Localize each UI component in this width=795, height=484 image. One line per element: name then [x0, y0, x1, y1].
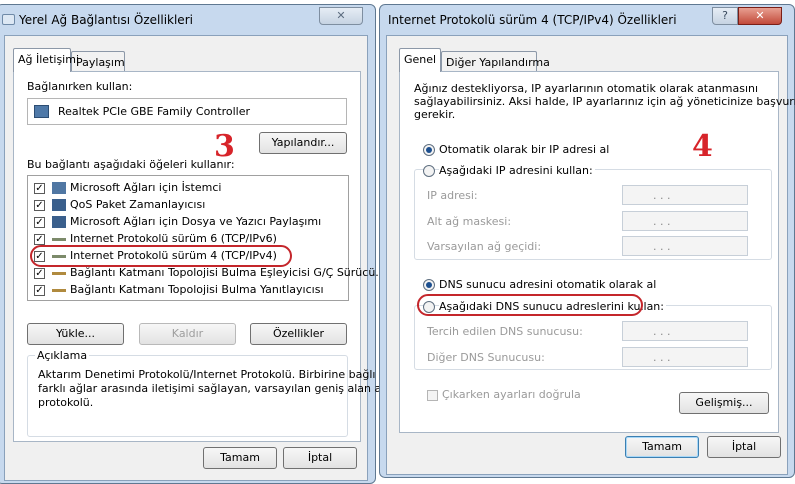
list-item[interactable]: ✓ QoS Paket Zamanlayıcısı [34, 197, 344, 213]
close-button[interactable]: ✕ [319, 7, 363, 25]
ok-button[interactable]: Tamam [203, 447, 277, 469]
list-item[interactable]: ✓ Microsoft Ağları için Dosya ve Yazıcı … [34, 214, 344, 230]
properties-button[interactable]: Özellikler [250, 323, 347, 345]
local-connection-properties-window: Yerel Ağ Bağlantısı Özellikleri ✕ Ağ İle… [0, 4, 391, 484]
client-icon [52, 182, 66, 194]
help-icon: ? [722, 9, 728, 22]
items-label: Bu bağlantı aşağıdaki öğeleri kullanır: [27, 158, 235, 171]
tab-panel: Ağınız destekliyorsa, IP ayarlarının oto… [399, 71, 795, 433]
ipv4-properties-window: Internet Protokolü sürüm 4 (TCP/IPv4) Öz… [379, 4, 795, 478]
ip-dots: . . . [653, 325, 671, 338]
checkbox[interactable]: ✓ [34, 234, 45, 245]
list-item-label: Microsoft Ağları için İstemci [70, 181, 222, 194]
window-title: Internet Protokolü sürüm 4 (TCP/IPv4) Öz… [388, 13, 677, 27]
list-item[interactable]: ✓ Bağlantı Katmanı Topolojisi Bulma Eşle… [34, 265, 386, 281]
dialog-client: Genel Diğer Yapılandırma Ağınız destekli… [386, 35, 795, 475]
ip-dots: . . . [653, 189, 671, 202]
checkbox[interactable]: ✓ [34, 200, 45, 211]
description-line: protokolü. [38, 396, 94, 409]
checkbox[interactable]: ✓ [34, 183, 45, 194]
tab-general[interactable]: Genel [399, 48, 441, 72]
preferred-dns-label: Tercih edilen DNS sunucusu: [427, 325, 583, 338]
adapter-name: Realtek PCIe GBE Family Controller [58, 105, 251, 118]
protocol-icon [52, 238, 66, 241]
protocol-icon [52, 272, 66, 275]
auto-ip-label[interactable]: Otomatik olarak bir IP adresi al [439, 143, 609, 156]
subnet-label: Alt ağ maskesi: [427, 215, 512, 228]
step-marker-4: 4 [692, 129, 713, 164]
dialog-client: Ağ İletişimi Paylaşım Bağlanırken kullan… [4, 35, 391, 481]
service-icon [52, 216, 66, 228]
gateway-label: Varsayılan ağ geçidi: [427, 240, 542, 253]
auto-ip-radio[interactable] [423, 144, 435, 156]
cancel-button[interactable]: İptal [283, 447, 357, 469]
advanced-button[interactable]: Gelişmiş... [679, 392, 769, 414]
ipv4-highlight [30, 245, 292, 267]
intro-line: gerekir. [414, 108, 456, 121]
ip-address-field: . . . [622, 185, 748, 205]
cancel-button[interactable]: İptal [707, 436, 781, 458]
window-title: Yerel Ağ Bağlantısı Özellikleri [19, 13, 193, 27]
list-item-label: Bağlantı Katmanı Topolojisi Bulma Yanıtl… [70, 283, 324, 296]
tab-panel: Bağlanırken kullan: Realtek PCIe GBE Fam… [13, 71, 391, 442]
help-button[interactable]: ? [712, 7, 738, 25]
adapter-field: Realtek PCIe GBE Family Controller [27, 98, 347, 125]
configure-button[interactable]: Yapılandır... [259, 132, 347, 154]
checkbox[interactable]: ✓ [34, 268, 45, 279]
subnet-field: . . . [622, 211, 748, 231]
description-line: farklı ağlar arasında iletişimi sağlayan… [38, 382, 392, 395]
preferred-dns-field: . . . [622, 321, 748, 341]
list-item-label: Microsoft Ağları için Dosya ve Yazıcı Pa… [70, 215, 322, 228]
intro-line: sağlayabilirsiniz. Aksi halde, IP ayarla… [414, 95, 795, 108]
ip-dots: . . . [653, 215, 671, 228]
protocol-icon [52, 289, 66, 292]
list-item-label: Bağlantı Katmanı Topolojisi Bulma Eşleyi… [70, 266, 386, 279]
list-item-label: QoS Paket Zamanlayıcısı [70, 198, 206, 211]
auto-dns-radio[interactable] [423, 279, 435, 291]
description-title: Açıklama [35, 349, 90, 362]
service-icon [52, 199, 66, 211]
close-icon: ✕ [755, 9, 765, 22]
install-button[interactable]: Yükle... [27, 323, 124, 345]
list-item[interactable]: ✓ Bağlantı Katmanı Topolojisi Bulma Yanı… [34, 282, 344, 298]
title-bar: Yerel Ağ Bağlantısı Özellikleri ✕ [0, 5, 375, 35]
auto-dns-label[interactable]: DNS sunucu adresini otomatik olarak al [439, 278, 656, 291]
description-group: Açıklama Aktarım Denetimi Protokolü/Inte… [27, 349, 391, 437]
validate-label: Çıkarken ayarları doğrula [442, 388, 581, 401]
list-item[interactable]: ✓ Microsoft Ağları için İstemci [34, 180, 344, 196]
manual-dns-highlight [417, 294, 643, 316]
validate-checkbox [427, 390, 438, 401]
manual-ip-radio[interactable] [423, 165, 435, 177]
checkbox[interactable]: ✓ [34, 217, 45, 228]
intro-line: Ağınız destekliyorsa, IP ayarlarının oto… [414, 82, 759, 95]
checkbox[interactable]: ✓ [34, 285, 45, 296]
close-button[interactable]: ✕ [738, 7, 782, 25]
connect-using-label: Bağlanırken kullan: [27, 80, 133, 93]
manual-ip-label[interactable]: Aşağıdaki IP adresini kullan: [439, 164, 595, 177]
tab-sharing[interactable]: Paylaşım [71, 51, 125, 72]
ip-address-label: IP adresi: [427, 189, 478, 202]
gateway-field: . . . [622, 236, 748, 256]
uninstall-button: Kaldır [139, 323, 236, 345]
alternate-dns-label: Diğer DNS Sunucusu: [427, 351, 545, 364]
tab-alternate-config[interactable]: Diğer Yapılandırma [441, 51, 550, 72]
components-list[interactable]: ✓ Microsoft Ağları için İstemci ✓ QoS Pa… [27, 175, 386, 301]
tab-networking[interactable]: Ağ İletişimi [13, 48, 79, 72]
network-adapter-icon [34, 105, 49, 118]
close-icon: ✕ [336, 9, 346, 22]
ip-dots: . . . [653, 351, 671, 364]
ok-button[interactable]: Tamam [625, 436, 699, 458]
title-bar: Internet Protokolü sürüm 4 (TCP/IPv4) Öz… [380, 5, 794, 35]
ip-dots: . . . [653, 240, 671, 253]
alternate-dns-field: . . . [622, 347, 748, 367]
description-line: Aktarım Denetimi Protokolü/Internet Prot… [38, 368, 376, 381]
network-window-icon [2, 14, 15, 25]
